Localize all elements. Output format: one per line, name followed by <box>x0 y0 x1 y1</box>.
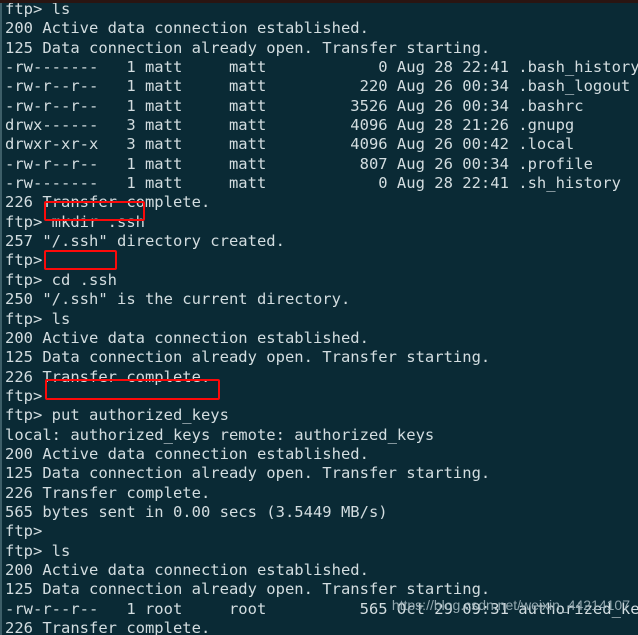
terminal-line: ftp> <box>5 386 43 405</box>
terminal-line: drwx------ 3 matt matt 4096 Aug 28 21:26… <box>5 116 575 135</box>
terminal-window[interactable]: ftp> ls 200 Active data connection establ… <box>0 0 638 635</box>
terminal-line: 125 Data connection already open. Transf… <box>5 38 491 57</box>
terminal-line: 565 bytes sent in 0.00 secs (3.5449 MB/s… <box>5 502 388 521</box>
terminal-line: ftp> ls <box>5 309 71 328</box>
terminal-line: -rw-r--r-- 1 matt matt 220 Aug 26 00:34 … <box>5 77 631 96</box>
terminal-line: ftp> <box>5 522 43 541</box>
terminal-line: local: authorized_keys remote: authorize… <box>5 425 435 444</box>
terminal-line: ftp> cd .ssh <box>5 270 117 289</box>
terminal-line: ftp> ls <box>5 541 71 560</box>
terminal-line: 200 Active data connection established. <box>5 19 369 38</box>
terminal-line: 200 Active data connection established. <box>5 328 369 347</box>
terminal-line: 250 "/.ssh" is the current directory. <box>5 290 351 309</box>
terminal-line: 226 Transfer complete. <box>5 367 211 386</box>
window-top-edge <box>0 0 638 3</box>
terminal-line: -rw------- 1 matt matt 0 Aug 28 22:41 .s… <box>5 174 621 193</box>
terminal-line: 125 Data connection already open. Transf… <box>5 348 491 367</box>
terminal-line: 226 Transfer complete. <box>5 619 211 635</box>
terminal-line: 200 Active data connection established. <box>5 444 369 463</box>
window-left-edge <box>0 0 2 635</box>
terminal-line: -rw-r--r-- 1 matt matt 807 Aug 26 00:34 … <box>5 154 593 173</box>
terminal-line: ftp> put authorized_keys <box>5 406 229 425</box>
terminal-line: ftp> mkdir .ssh <box>5 212 145 231</box>
terminal-line: ftp> <box>5 251 43 270</box>
terminal-line: -rw------- 1 matt matt 0 Aug 28 22:41 .b… <box>5 58 638 77</box>
watermark-text: https://blog.csdn.net/weixin_44214107 <box>391 597 630 613</box>
terminal-line: 125 Data connection already open. Transf… <box>5 464 491 483</box>
terminal-line: drwxr-xr-x 3 matt matt 4096 Aug 26 00:42… <box>5 135 575 154</box>
terminal-line: 257 "/.ssh" directory created. <box>5 232 285 251</box>
terminal-line: 200 Active data connection established. <box>5 560 369 579</box>
terminal-line: 226 Transfer complete. <box>5 193 211 212</box>
console-output[interactable]: ftp> ls 200 Active data connection establ… <box>0 0 638 635</box>
terminal-line: 226 Transfer complete. <box>5 483 211 502</box>
terminal-line: -rw-r--r-- 1 matt matt 3526 Aug 26 00:34… <box>5 96 584 115</box>
